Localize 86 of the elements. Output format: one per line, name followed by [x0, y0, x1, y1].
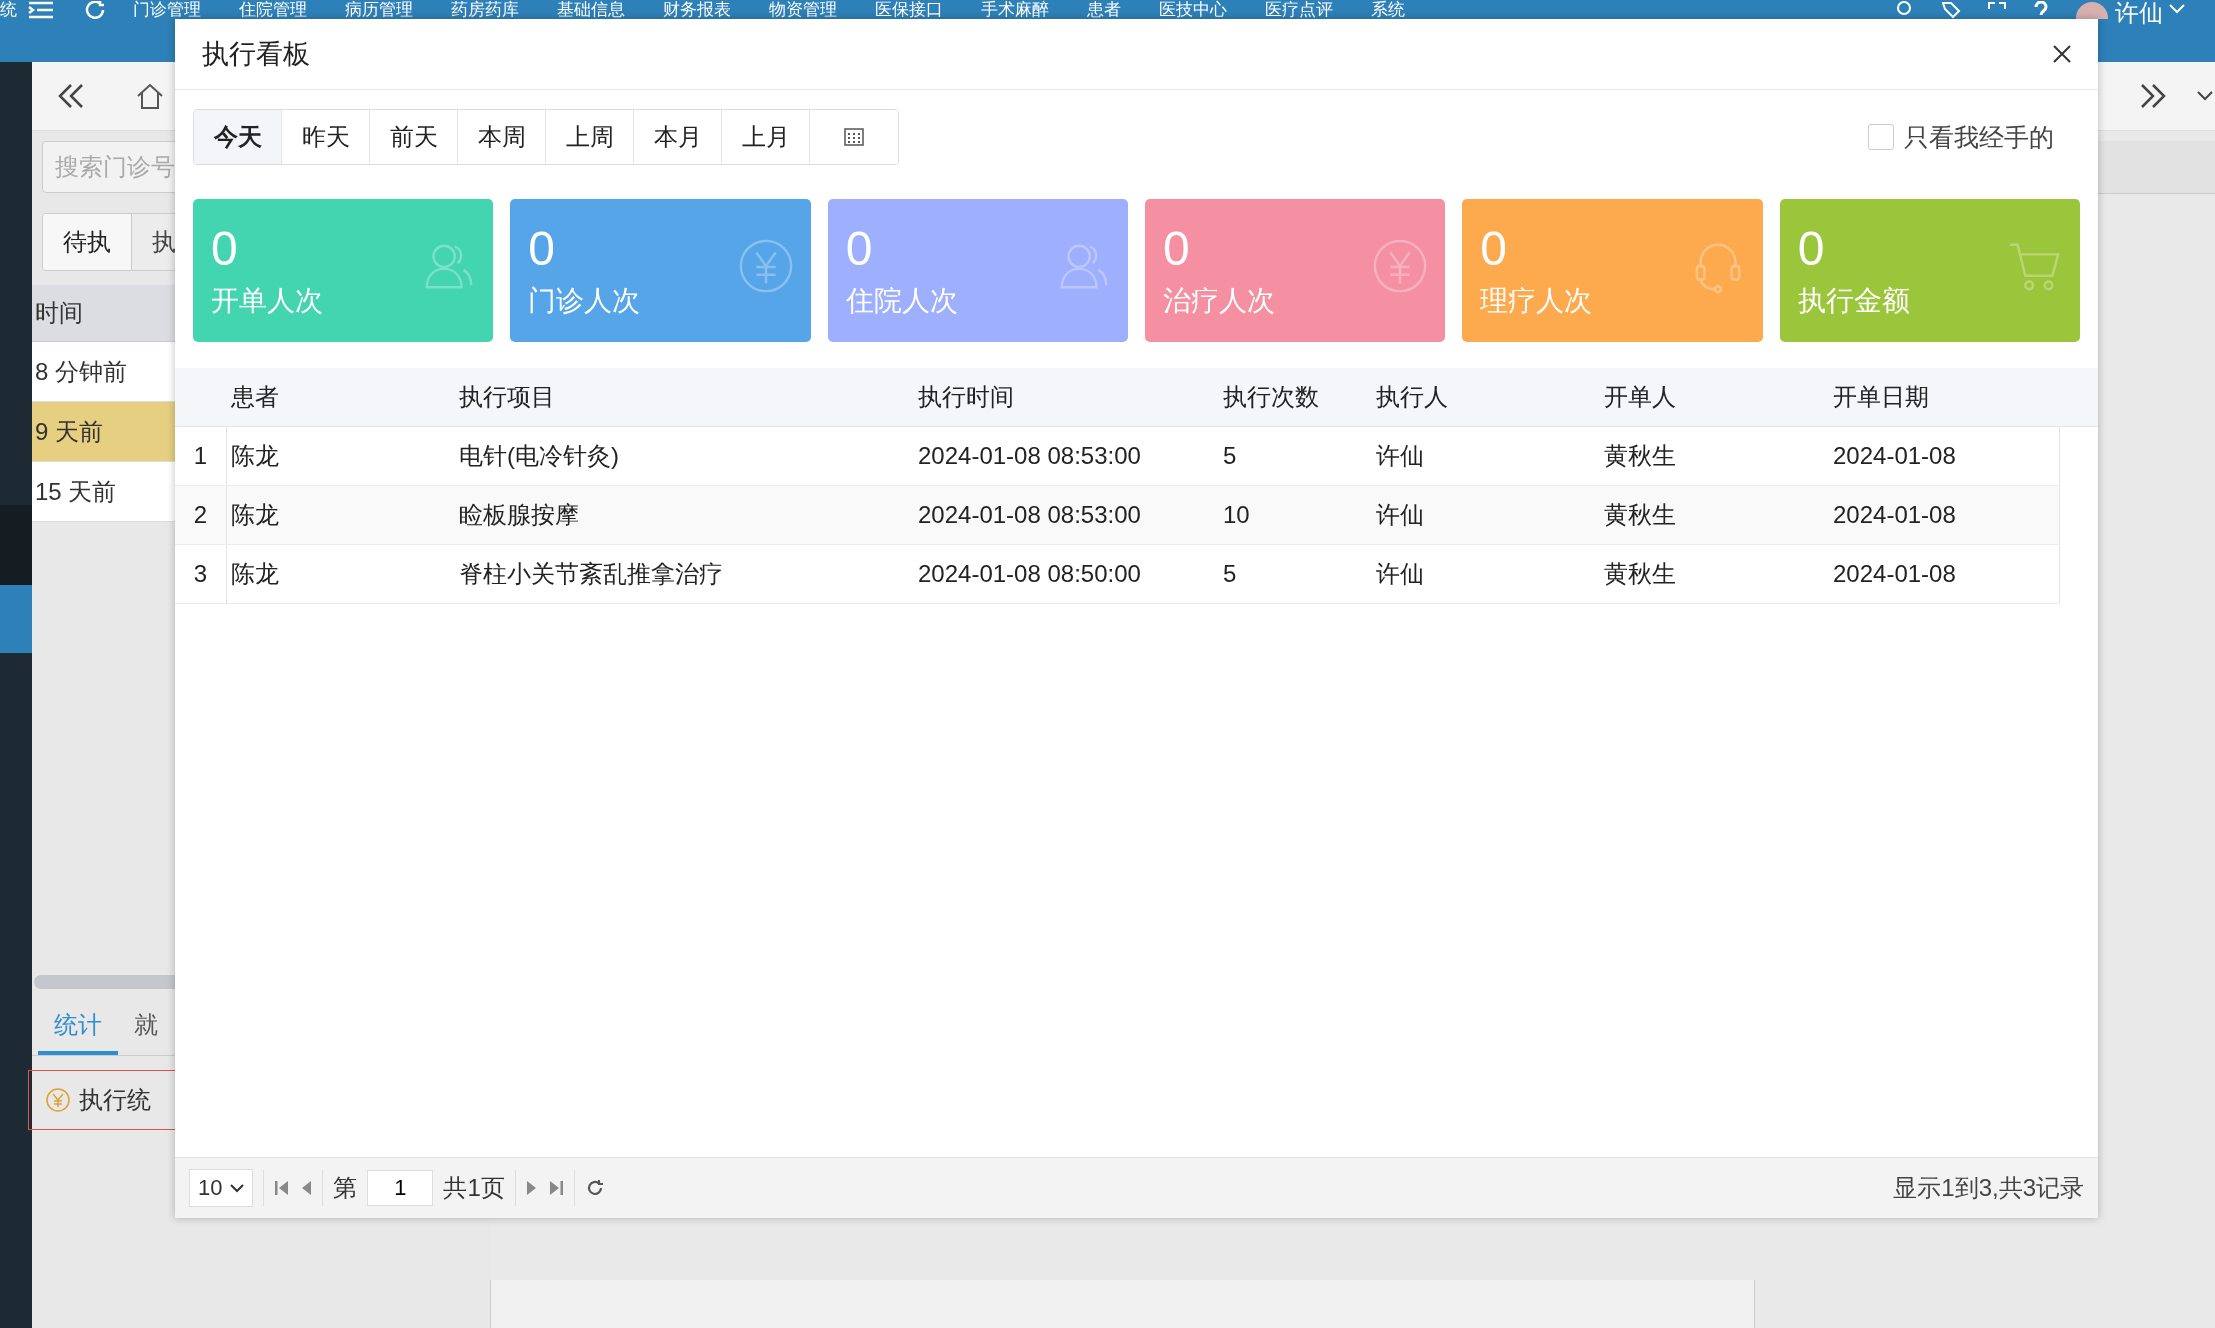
table-cell: 黄秋生	[1604, 442, 1676, 469]
page-total: 共1页	[443, 1173, 505, 1203]
menu-item[interactable]: 病历管理	[326, 1, 432, 19]
table-cell: 陈龙	[231, 442, 279, 469]
column-header: 执行项目	[459, 383, 555, 410]
checkbox[interactable]	[1868, 124, 1894, 150]
row-number: 1	[175, 427, 227, 485]
stat-value: 0	[1480, 221, 1507, 276]
table-cell: 2024-01-08	[1833, 442, 1956, 469]
yen-icon	[45, 1087, 71, 1113]
column-header: 患者	[231, 383, 279, 410]
table-row[interactable]: 1 陈龙 电针(电冷针灸) 2024-01-08 08:53:00 5 许仙 黄秋生 2024-01-08	[175, 427, 2060, 486]
menu-item[interactable]: 住院管理	[220, 1, 326, 19]
table-cell: 5	[1223, 442, 1237, 469]
table-cell: 5	[1223, 560, 1237, 587]
menu-item[interactable]: 药房药库	[432, 1, 538, 19]
table-cell: 2024-01-08	[1833, 501, 1956, 528]
record-summary: 显示1到3,共3记录	[1893, 1173, 2084, 1203]
tab[interactable]: 待执	[43, 214, 132, 270]
table-cell: 许仙	[1376, 560, 1424, 587]
stat-value: 0	[528, 221, 556, 276]
double-chevron-right-icon[interactable]	[2139, 83, 2167, 109]
stat-label: 执行金额	[1797, 283, 1910, 318]
dialog-title: 执行看板	[202, 38, 310, 71]
chevron-down-icon[interactable]	[2197, 90, 2213, 102]
column-header: 开单日期	[1833, 383, 1929, 410]
stat-value: 0	[845, 221, 873, 276]
stat-value: 0	[1163, 221, 1190, 276]
tag-icon[interactable]	[1941, 1, 1961, 19]
table-cell: 2024-01-08 08:53:00	[918, 501, 1141, 528]
column-header: 执行人	[1376, 383, 1448, 410]
menu-item[interactable]: 统	[0, 1, 27, 19]
column-header: 开单人	[1604, 383, 1676, 410]
table-cell: 脊柱小关节紊乱推拿治疗	[459, 560, 723, 587]
menu-item[interactable]: 手术麻醉	[962, 1, 1068, 19]
column-header: 执行时间	[918, 383, 1014, 410]
chevron-down-icon	[230, 1183, 245, 1193]
menu-item[interactable]: 财务报表	[644, 1, 750, 19]
table-cell: 黄秋生	[1604, 501, 1676, 528]
menu-item[interactable]: 物资管理	[750, 1, 856, 19]
stat-label: 门诊人次	[528, 283, 641, 318]
column-header: 执行次数	[1223, 383, 1319, 410]
table-cell: 睑板腺按摩	[459, 501, 579, 528]
last-page-icon[interactable]	[547, 1179, 564, 1197]
menu-icon[interactable]	[27, 1, 55, 19]
calendar-icon	[844, 128, 864, 146]
table-cell: 10	[1223, 501, 1250, 528]
menu-item[interactable]: 系统	[1352, 1, 1424, 19]
row-number: 2	[175, 486, 227, 544]
menu-item[interactable]: 基础信息	[538, 1, 644, 19]
page-size-select[interactable]: 10	[189, 1169, 254, 1207]
user-name[interactable]: 许仙	[2115, 1, 2163, 25]
table-cell: 许仙	[1376, 501, 1424, 528]
avatar-icon	[2075, 1, 2109, 19]
table-cell: 2024-01-08 08:50:00	[918, 560, 1141, 587]
page-prefix: 第	[333, 1173, 358, 1203]
table-cell: 陈龙	[231, 560, 279, 587]
stat-value: 0	[1797, 221, 1825, 276]
stat-label: 住院人次	[845, 283, 958, 318]
stat-label: 开单人次	[211, 283, 323, 318]
table-cell: 许仙	[1376, 442, 1424, 469]
close-icon	[2052, 44, 2072, 64]
row-number: 3	[175, 545, 227, 603]
previous-page-icon[interactable]	[300, 1179, 313, 1197]
menu-item[interactable]: 医疗点评	[1246, 1, 1352, 19]
table-cell: 2024-01-08 08:53:00	[918, 442, 1141, 469]
first-page-icon[interactable]	[274, 1179, 291, 1197]
table-cell: 电针(电冷针灸)	[459, 442, 619, 469]
tab[interactable]: 就	[118, 1009, 174, 1055]
next-page-icon[interactable]	[525, 1179, 538, 1197]
menu-item[interactable]: 医技中心	[1140, 1, 1246, 19]
menu-item[interactable]: 门诊管理	[107, 1, 220, 19]
stat-value: 0	[211, 221, 238, 276]
table-cell: 黄秋生	[1604, 560, 1676, 587]
checkbox-label[interactable]: 只看我经手的	[1904, 120, 2054, 154]
menu-item[interactable]: 医保接口	[856, 1, 962, 19]
table-cell: 陈龙	[231, 501, 279, 528]
table-row[interactable]: 2 陈龙 睑板腺按摩 2024-01-08 08:53:00 10 许仙 黄秋生 2024-01-08	[175, 486, 2060, 545]
stat-label: 治疗人次	[1163, 283, 1275, 318]
table-row[interactable]: 3 陈龙 脊柱小关节紊乱推拿治疗 2024-01-08 08:50:00 5 许仙 黄秋生 2024-01-08	[175, 545, 2060, 604]
table-cell: 2024-01-08	[1833, 560, 1956, 587]
stat-label: 理疗人次	[1480, 283, 1593, 318]
date-tab[interactable]: 今天	[194, 110, 282, 164]
menu-item[interactable]: 患者	[1068, 1, 1140, 19]
refresh-icon[interactable]	[85, 1, 107, 19]
page-field[interactable]: 1	[367, 1170, 434, 1206]
